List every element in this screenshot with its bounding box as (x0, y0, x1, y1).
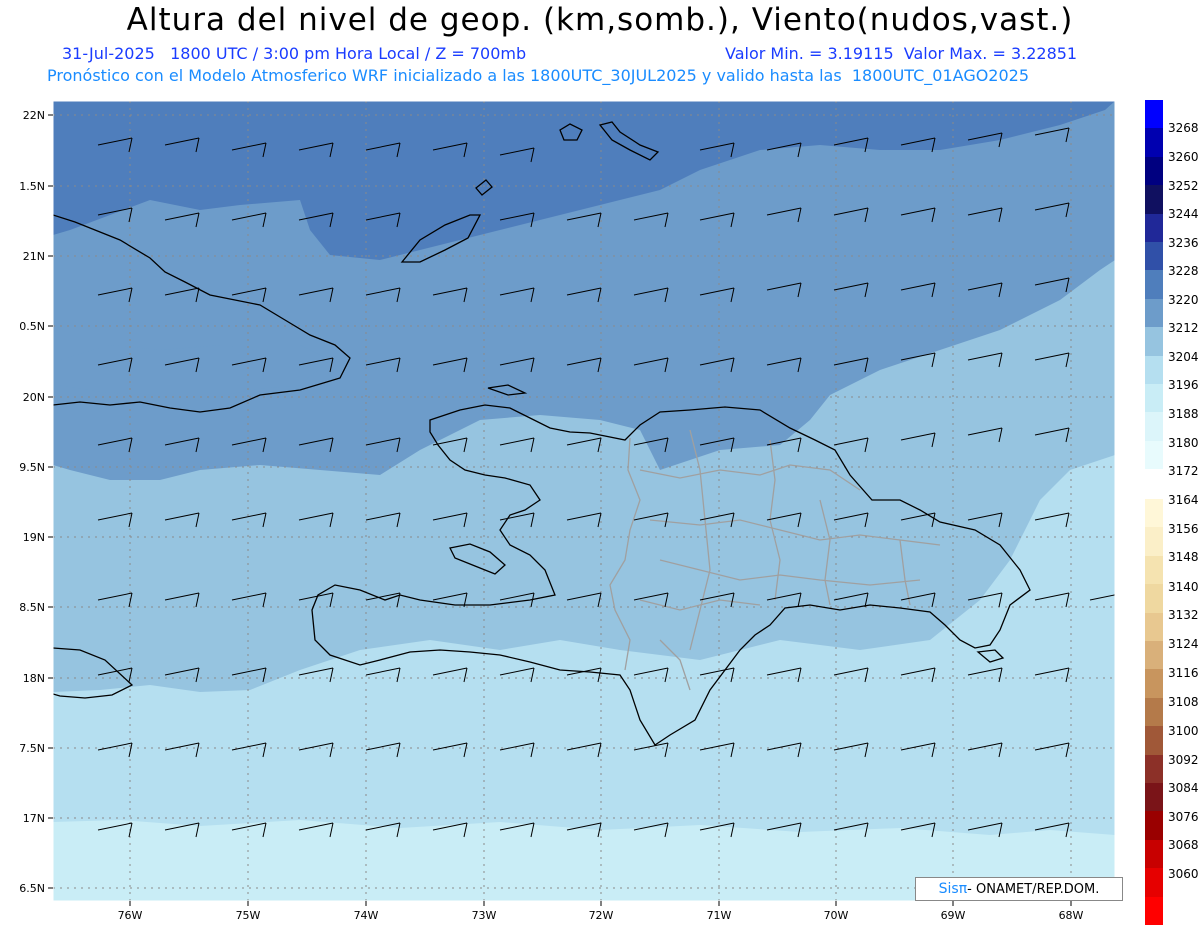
colorbar-swatch (1145, 641, 1163, 670)
lon-label: 75W (236, 909, 261, 922)
colorbar-label: 3188 (1168, 407, 1199, 421)
colorbar-swatch (1145, 527, 1163, 556)
credit-text: - ONAMET/REP.DOM. (967, 881, 1100, 897)
lat-tick-marks (48, 114, 53, 889)
colorbar-label: 3180 (1168, 436, 1199, 450)
lon-label: 73W (472, 909, 497, 922)
lon-label: 76W (118, 909, 143, 922)
colorbar-swatch (1145, 213, 1163, 242)
colorbar-swatch (1145, 100, 1163, 129)
geopotential-field (53, 101, 1115, 901)
lat-label: 9.5N (19, 461, 45, 474)
colorbar-label: 3268 (1168, 121, 1199, 135)
colorbar-label: 3068 (1168, 838, 1199, 852)
colorbar-label: 3092 (1168, 753, 1199, 767)
colorbar-label: 3212 (1168, 321, 1199, 335)
colorbar-label: 3204 (1168, 350, 1199, 364)
colorbar-swatch (1145, 754, 1163, 783)
colorbar-swatch (1145, 412, 1163, 441)
colorbar-swatch (1145, 669, 1163, 698)
lon-labels: 76W 75W 74W 73W 72W 71W 70W 69W 68W (118, 909, 1084, 922)
colorbar-swatch (1145, 383, 1163, 413)
lat-label: 19N (23, 531, 45, 544)
colorbar-swatch (1145, 128, 1163, 157)
colorbar-swatch (1145, 355, 1163, 384)
colorbar-swatch (1145, 868, 1163, 897)
colorbar-label: 3172 (1168, 464, 1199, 478)
lat-label: 21N (23, 250, 45, 263)
colorbar-label: 3228 (1168, 264, 1199, 278)
colorbar-swatch (1145, 185, 1163, 214)
colorbar-label: 3108 (1168, 695, 1199, 709)
colorbar-swatch (1145, 697, 1163, 727)
colorbar-swatch (1145, 156, 1163, 186)
colorbar-label: 3260 (1168, 150, 1199, 164)
colorbar-label: 3252 (1168, 179, 1199, 193)
lat-label: 7.5N (19, 742, 45, 755)
colorbar-swatch (1145, 726, 1163, 755)
colorbar-label: 3196 (1168, 378, 1199, 392)
colorbar-label: 3084 (1168, 781, 1199, 795)
lat-label: 0.5N (19, 320, 45, 333)
lon-label: 70W (824, 909, 849, 922)
colorbar-swatch (1145, 298, 1163, 328)
lon-label: 68W (1059, 909, 1084, 922)
colorbar-swatch (1145, 327, 1163, 356)
lon-label: 72W (589, 909, 614, 922)
colorbar-label: 3060 (1168, 867, 1199, 881)
colorbar-gap (1145, 469, 1163, 500)
colorbar-swatch (1145, 896, 1163, 925)
lon-label: 69W (941, 909, 966, 922)
lon-tick-marks (129, 901, 1072, 906)
colorbar-swatch (1145, 555, 1163, 585)
colorbar-label: 3244 (1168, 207, 1199, 221)
lat-label: 1.5N (19, 180, 45, 193)
colorbar-label: 3100 (1168, 724, 1199, 738)
colorbar-label: 3132 (1168, 608, 1199, 622)
colorbar-swatch (1145, 241, 1163, 271)
colorbar-swatch (1145, 270, 1163, 299)
lon-label: 74W (354, 909, 379, 922)
sispi-logo: Sisπ (938, 881, 968, 897)
colorbar-label: 3236 (1168, 236, 1199, 250)
colorbar-label: 3116 (1168, 666, 1199, 680)
colorbar-swatch (1145, 584, 1163, 613)
colorbar-label: 3140 (1168, 580, 1199, 594)
colorbar-swatch (1145, 839, 1163, 869)
colorbar-swatch (1145, 811, 1163, 840)
colorbar-label: 3164 (1168, 493, 1199, 507)
forecast-map: 22N 1.5N 21N 0.5N 20N 9.5N 19N 8.5N 18N … (19, 100, 1116, 922)
lon-label: 71W (707, 909, 732, 922)
colorbar-label: 3220 (1168, 293, 1199, 307)
colorbar-swatch (1145, 499, 1163, 528)
colorbar-label: 3156 (1168, 522, 1199, 536)
credit-box: Sisπ - ONAMET/REP.DOM. (915, 877, 1123, 901)
lat-label: 17N (23, 812, 45, 825)
colorbar-swatch (1145, 612, 1163, 642)
colorbar-label: 3124 (1168, 637, 1199, 651)
colorbar (1145, 100, 1163, 925)
lat-label: 18N (23, 672, 45, 685)
colorbar-label: 3148 (1168, 550, 1199, 564)
lat-label: 8.5N (19, 601, 45, 614)
colorbar-swatch (1145, 782, 1163, 812)
lat-label: 20N (23, 391, 45, 404)
colorbar-swatch (1145, 440, 1163, 470)
lat-labels: 22N 1.5N 21N 0.5N 20N 9.5N 19N 8.5N 18N … (19, 109, 45, 895)
lat-label: 22N (23, 109, 45, 122)
lat-label: 6.5N (19, 882, 45, 895)
colorbar-label: 3076 (1168, 810, 1199, 824)
